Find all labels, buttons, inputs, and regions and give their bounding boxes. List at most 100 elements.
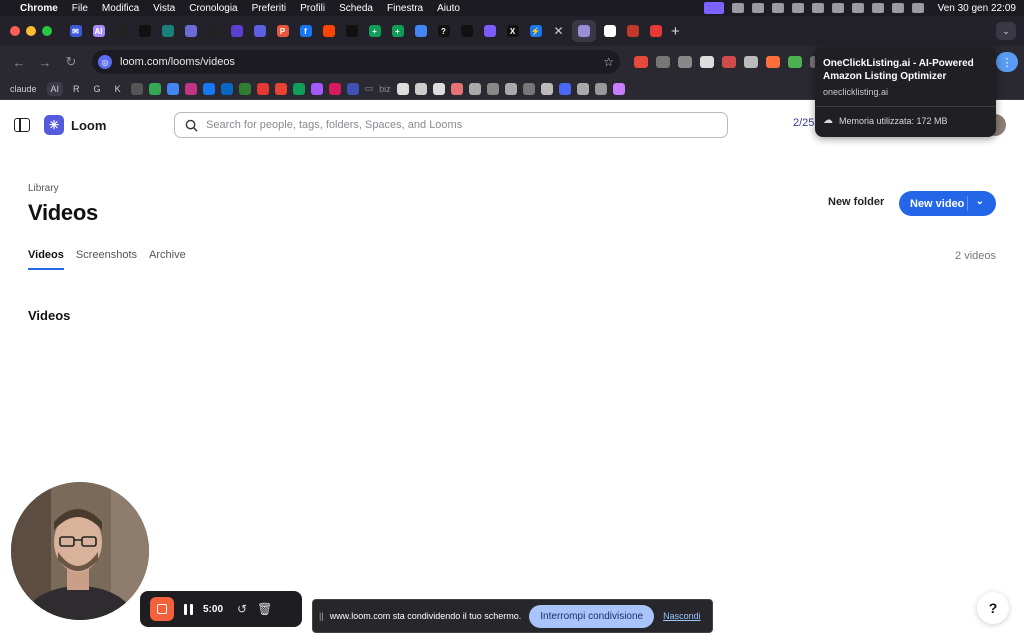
menu-aiuto[interactable]: Aiuto	[437, 3, 460, 14]
menu-modifica[interactable]: Modifica	[102, 3, 139, 14]
drag-handle-icon[interactable]: ||	[319, 611, 324, 621]
tab[interactable]	[250, 20, 269, 42]
bookmark-star-icon[interactable]: ☆	[603, 55, 614, 69]
tab[interactable]: f	[296, 20, 315, 42]
menu-preferiti[interactable]: Preferiti	[252, 3, 286, 14]
new-tab-button[interactable]: +	[671, 23, 680, 40]
new-folder-button[interactable]: New folder	[818, 192, 894, 214]
tab[interactable]	[342, 20, 361, 42]
maps-icon[interactable]	[148, 82, 161, 95]
pause-button[interactable]	[184, 603, 193, 615]
tab[interactable]	[112, 20, 131, 42]
close-tab-icon[interactable]: ✕	[549, 20, 568, 42]
facebook-icon[interactable]	[202, 82, 215, 95]
back-arrow-icon[interactable]: ←	[8, 55, 30, 70]
bookmark-icon[interactable]	[468, 82, 481, 95]
restart-icon[interactable]: ↺	[237, 602, 247, 616]
search-icon[interactable]	[871, 3, 884, 13]
bookmark-icon[interactable]	[486, 82, 499, 95]
menu-scheda[interactable]: Scheda	[339, 3, 373, 14]
usage-counter[interactable]: 2/25	[793, 117, 814, 129]
bookmark-g[interactable]: G	[90, 82, 105, 96]
bookmark-ai[interactable]: AI	[46, 81, 64, 96]
tab-screenshots[interactable]: Screenshots	[76, 249, 137, 270]
battery-icon[interactable]	[831, 3, 844, 13]
folder-icon[interactable]: ▭	[365, 83, 374, 94]
gmail-icon[interactable]	[274, 82, 287, 95]
wifi-icon[interactable]	[851, 3, 864, 13]
creative-cloud-icon[interactable]	[771, 3, 784, 13]
sidebar-toggle-icon[interactable]	[14, 118, 30, 132]
camera-icon[interactable]	[656, 56, 670, 68]
tab[interactable]	[480, 20, 499, 42]
figma-icon[interactable]	[310, 82, 323, 95]
webcam-bubble[interactable]	[11, 482, 149, 620]
extension-icon[interactable]	[788, 56, 802, 68]
menu-profili[interactable]: Profili	[300, 3, 325, 14]
bookmark-k[interactable]: K	[111, 82, 125, 96]
chevron-down-icon[interactable]: ⌄	[976, 196, 984, 207]
extension-icon[interactable]	[722, 56, 736, 68]
bookmark-icon[interactable]	[522, 82, 535, 95]
bookmark-icon[interactable]	[396, 82, 409, 95]
menubar-datetime[interactable]: Ven 30 gen 22:09	[938, 3, 1016, 14]
bookmark-r[interactable]: R	[69, 82, 84, 96]
instagram-icon[interactable]	[184, 82, 197, 95]
url-text[interactable]: loom.com/looms/videos	[120, 56, 235, 68]
menu-app-name[interactable]: Chrome	[20, 3, 58, 14]
tab[interactable]	[158, 20, 177, 42]
stop-recording-button[interactable]	[150, 597, 174, 621]
bookmark-icon[interactable]	[238, 82, 251, 95]
play-icon[interactable]	[791, 3, 804, 13]
siri-icon[interactable]	[911, 3, 924, 13]
tab[interactable]: ?	[434, 20, 453, 42]
bookmark-icon[interactable]	[558, 82, 571, 95]
site-info-icon[interactable]: ◎	[98, 55, 112, 69]
tab[interactable]	[319, 20, 338, 42]
tab[interactable]	[181, 20, 200, 42]
extension-icon[interactable]	[634, 56, 648, 68]
search-input[interactable]: Search for people, tags, folders, Spaces…	[174, 112, 728, 138]
extension-icon[interactable]	[744, 56, 758, 68]
tab-videos[interactable]: Videos	[28, 249, 64, 270]
bookmark-icon[interactable]	[328, 82, 341, 95]
bookmark-icon[interactable]	[504, 82, 517, 95]
tab[interactable]: ✉	[66, 20, 85, 42]
close-window-icon[interactable]	[10, 26, 20, 36]
bookmark-icon[interactable]	[450, 82, 463, 95]
screen-recording-icon[interactable]	[703, 2, 724, 14]
translate-icon[interactable]	[166, 82, 179, 95]
help-button[interactable]: ?	[977, 592, 1009, 624]
chrome-menu-button[interactable]: ⋮	[996, 52, 1018, 72]
linkedin-icon[interactable]	[220, 82, 233, 95]
extension-icon[interactable]	[766, 56, 780, 68]
menu-vista[interactable]: Vista	[153, 3, 175, 14]
control-center-icon[interactable]	[891, 3, 904, 13]
tab[interactable]: P	[273, 20, 292, 42]
extension-icon[interactable]	[751, 3, 764, 13]
menu-finestra[interactable]: Finestra	[387, 3, 423, 14]
address-bar[interactable]: ◎ loom.com/looms/videos ☆	[92, 50, 620, 74]
youtube-icon[interactable]	[256, 82, 269, 95]
grammarly-icon[interactable]	[731, 3, 744, 13]
tab[interactable]	[623, 20, 642, 42]
maximize-window-icon[interactable]	[42, 26, 52, 36]
loom-logo[interactable]: ✳ Loom	[44, 115, 106, 135]
tab[interactable]	[600, 20, 619, 42]
tab[interactable]	[411, 20, 430, 42]
reload-icon[interactable]: ↻	[60, 54, 82, 70]
apps-grid-icon[interactable]	[130, 82, 143, 95]
tab[interactable]: AI	[89, 20, 108, 42]
tab[interactable]	[204, 20, 223, 42]
bookmark-folder-biz[interactable]: biz	[379, 84, 391, 94]
hide-link[interactable]: Nascondi	[663, 611, 701, 621]
stop-sharing-button[interactable]: Interrompi condivisione	[529, 604, 655, 628]
extension-icon[interactable]	[678, 56, 692, 68]
bookmark-icon[interactable]	[576, 82, 589, 95]
new-video-button[interactable]: New video ⌄	[899, 191, 996, 216]
bookmark-icon[interactable]	[540, 82, 553, 95]
drive-icon[interactable]	[292, 82, 305, 95]
menu-file[interactable]: File	[72, 3, 88, 14]
tab[interactable]	[646, 20, 665, 42]
menu-cronologia[interactable]: Cronologia	[189, 3, 237, 14]
